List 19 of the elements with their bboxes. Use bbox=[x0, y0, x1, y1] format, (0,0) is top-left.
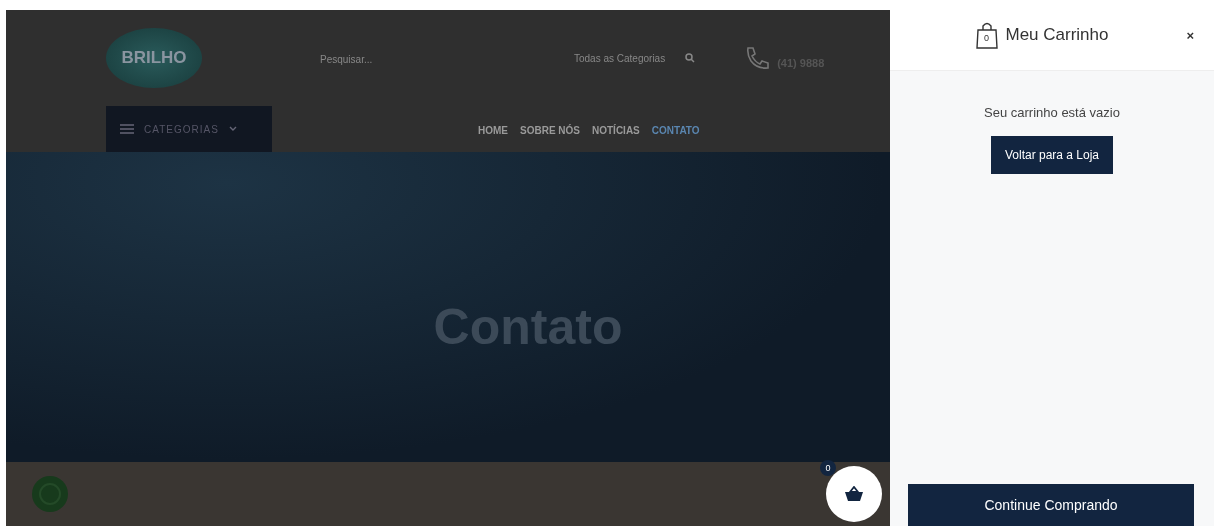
caret-icon bbox=[228, 126, 237, 132]
logo[interactable]: BRILHO bbox=[106, 28, 202, 88]
close-button[interactable]: × bbox=[1180, 26, 1200, 44]
cart-button[interactable] bbox=[826, 466, 882, 522]
category-select[interactable]: Todas as Categorias bbox=[574, 52, 666, 64]
empty-cart-message: Seu carrinho está vazio bbox=[984, 105, 1120, 120]
search-icon[interactable] bbox=[685, 53, 696, 63]
nav-link[interactable]: CONTATO bbox=[651, 124, 700, 136]
categories-button[interactable]: CATEGORIAS bbox=[106, 106, 272, 152]
search-field[interactable]: Pesquisar... bbox=[318, 53, 562, 66]
cart-title: Meu Carrinho bbox=[1005, 25, 1109, 45]
back-to-store-button[interactable]: Voltar para a Loja bbox=[990, 136, 1114, 174]
menu-icon bbox=[120, 124, 134, 134]
cart-count-badge: 0 bbox=[820, 460, 836, 476]
basket-icon bbox=[844, 486, 864, 502]
nav-link[interactable]: NOTÍCIAS bbox=[592, 124, 640, 136]
nav-link[interactable]: SOBRE NÓS bbox=[520, 124, 580, 136]
continue-shopping-button[interactable]: Continue Comprando bbox=[908, 484, 1194, 526]
nav-link[interactable]: HOME bbox=[478, 124, 508, 136]
